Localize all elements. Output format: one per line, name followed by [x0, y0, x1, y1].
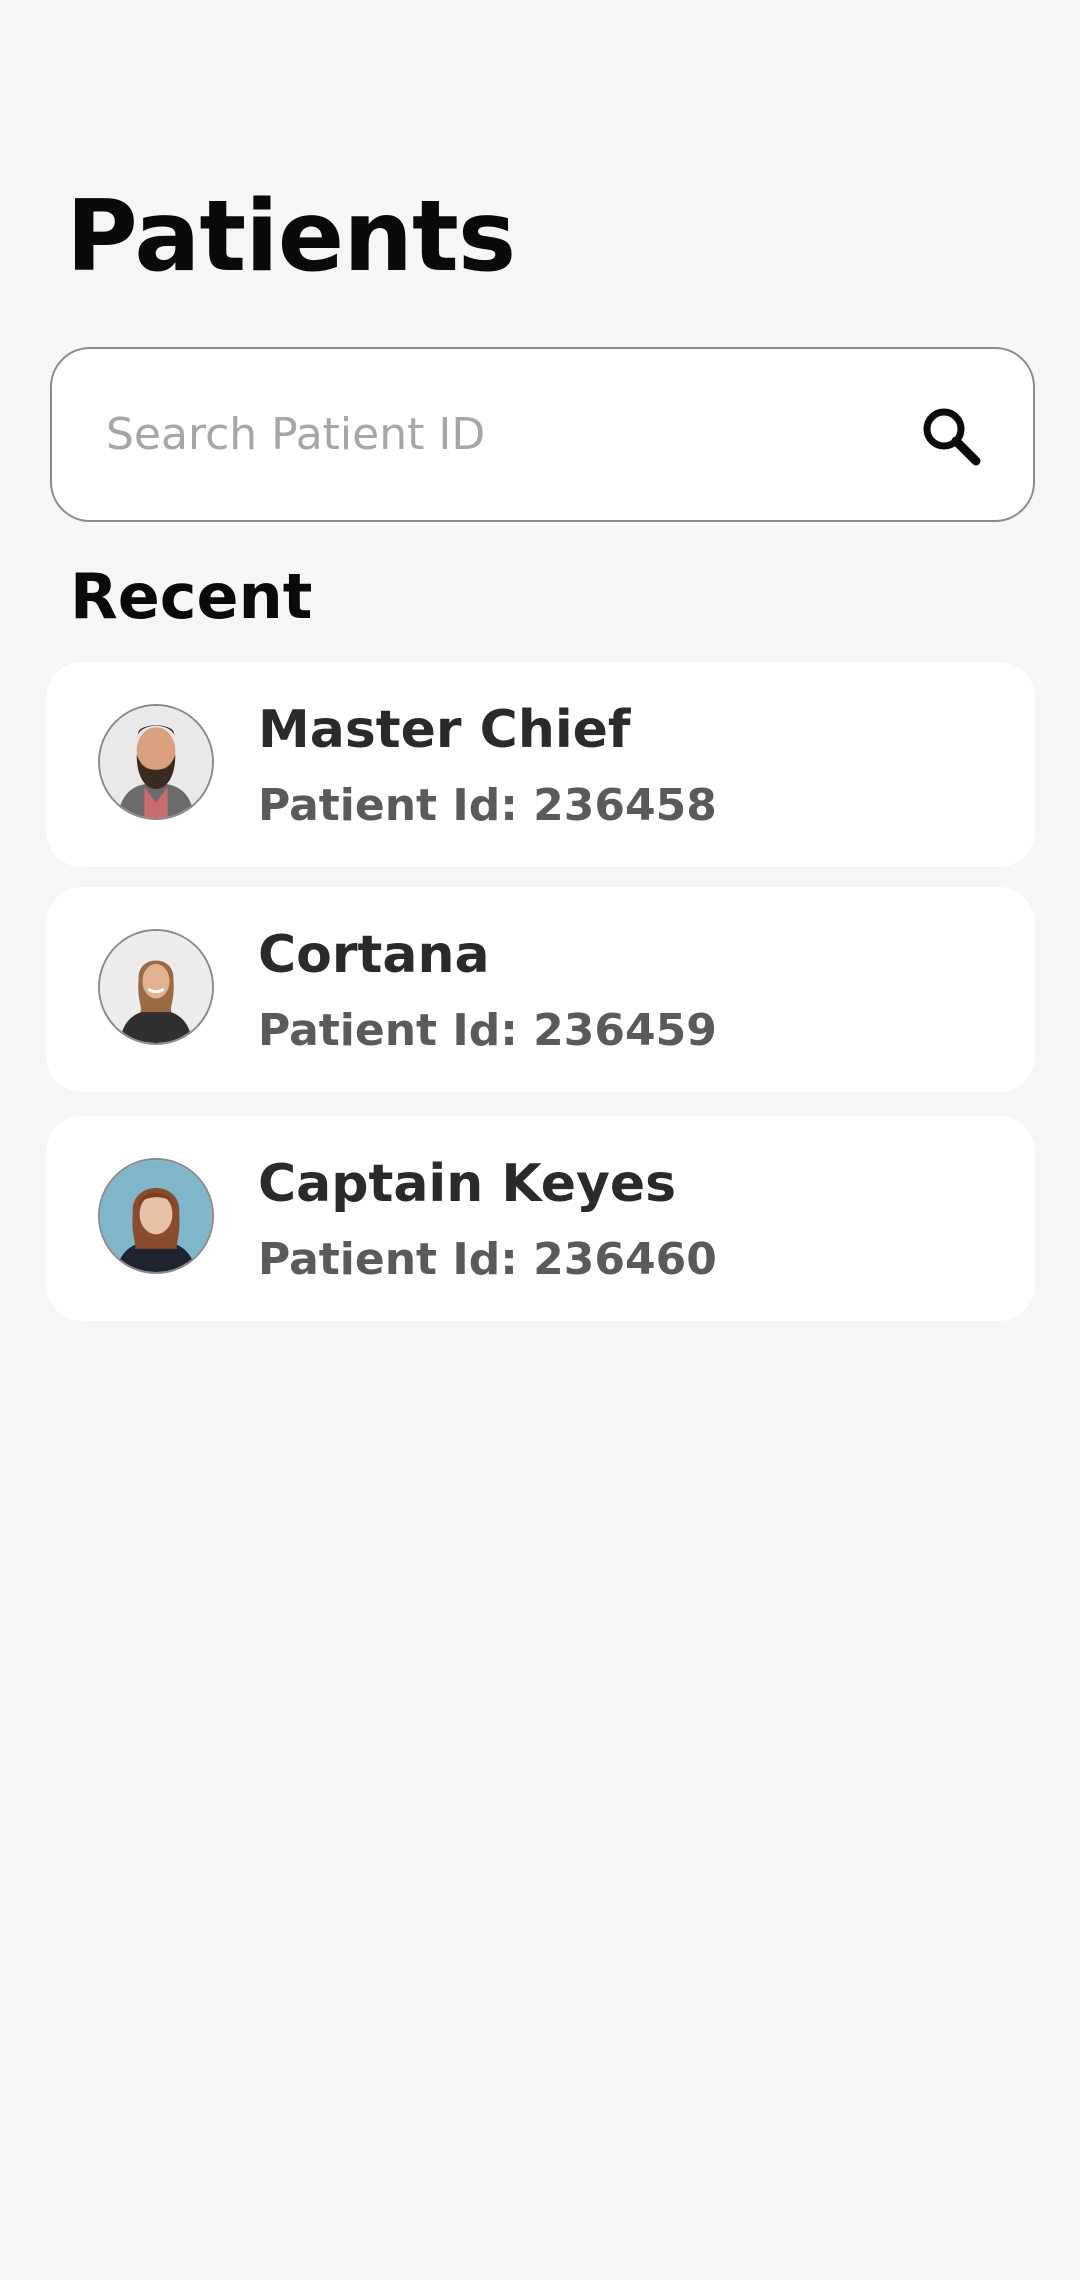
patient-id: Patient Id: 236459	[258, 1005, 717, 1056]
patient-id: Patient Id: 236458	[258, 780, 717, 831]
avatar	[98, 704, 214, 820]
search-input[interactable]	[106, 349, 906, 520]
patient-name: Master Chief	[258, 700, 631, 760]
page-title: Patients	[66, 180, 516, 294]
patient-card[interactable]: Master Chief Patient Id: 236458	[46, 662, 1035, 867]
search-icon[interactable]	[919, 404, 983, 468]
patient-name: Cortana	[258, 925, 490, 985]
patient-card[interactable]: Captain Keyes Patient Id: 236460	[46, 1116, 1035, 1321]
patient-id: Patient Id: 236460	[258, 1234, 717, 1285]
patient-card[interactable]: Cortana Patient Id: 236459	[46, 887, 1035, 1092]
patient-name: Captain Keyes	[258, 1154, 677, 1214]
recent-section-title: Recent	[70, 560, 313, 633]
avatar	[98, 929, 214, 1045]
patients-screen: Patients Recent Master Chief Patient Id:…	[0, 0, 1080, 2280]
avatar	[98, 1158, 214, 1274]
search-bar[interactable]	[50, 347, 1035, 522]
